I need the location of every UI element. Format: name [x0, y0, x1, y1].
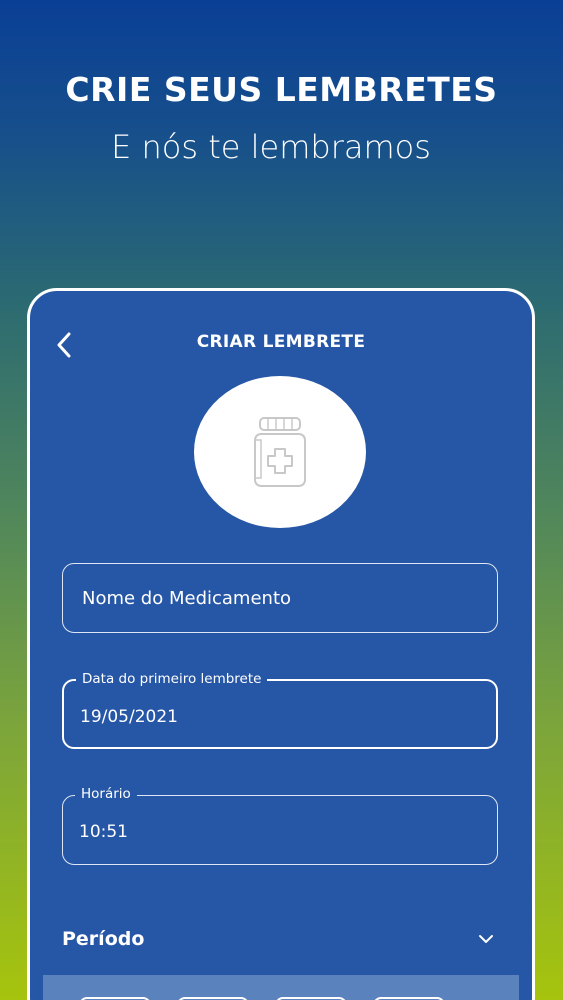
period-options-panel	[43, 975, 519, 1000]
screen-title: CRIAR LEMBRETE	[196, 332, 366, 352]
period-dropdown[interactable]: Período	[62, 919, 498, 959]
medicine-image-picker[interactable]	[194, 376, 366, 528]
time-field[interactable]: Horário 10:51	[62, 786, 498, 865]
promo-subline: E nós te lembramos	[111, 128, 431, 166]
time-value: 10:51	[79, 822, 128, 842]
phone-frame: CRIAR LEMBRETE Nome do Medicamento Data …	[27, 288, 535, 1000]
medicine-bottle-icon	[254, 417, 306, 487]
period-label: Período	[62, 928, 145, 950]
medication-name-field[interactable]: Nome do Medicamento	[62, 563, 498, 633]
first-reminder-date-label: Data do primeiro lembrete	[76, 671, 268, 687]
chevron-down-icon	[479, 935, 493, 943]
first-reminder-date-value: 19/05/2021	[80, 707, 178, 727]
medication-name-placeholder: Nome do Medicamento	[82, 588, 292, 609]
first-reminder-date-field[interactable]: Data do primeiro lembrete 19/05/2021	[62, 671, 498, 749]
promo-headline: CRIE SEUS LEMBRETES	[65, 70, 498, 109]
time-label: Horário	[75, 786, 137, 802]
